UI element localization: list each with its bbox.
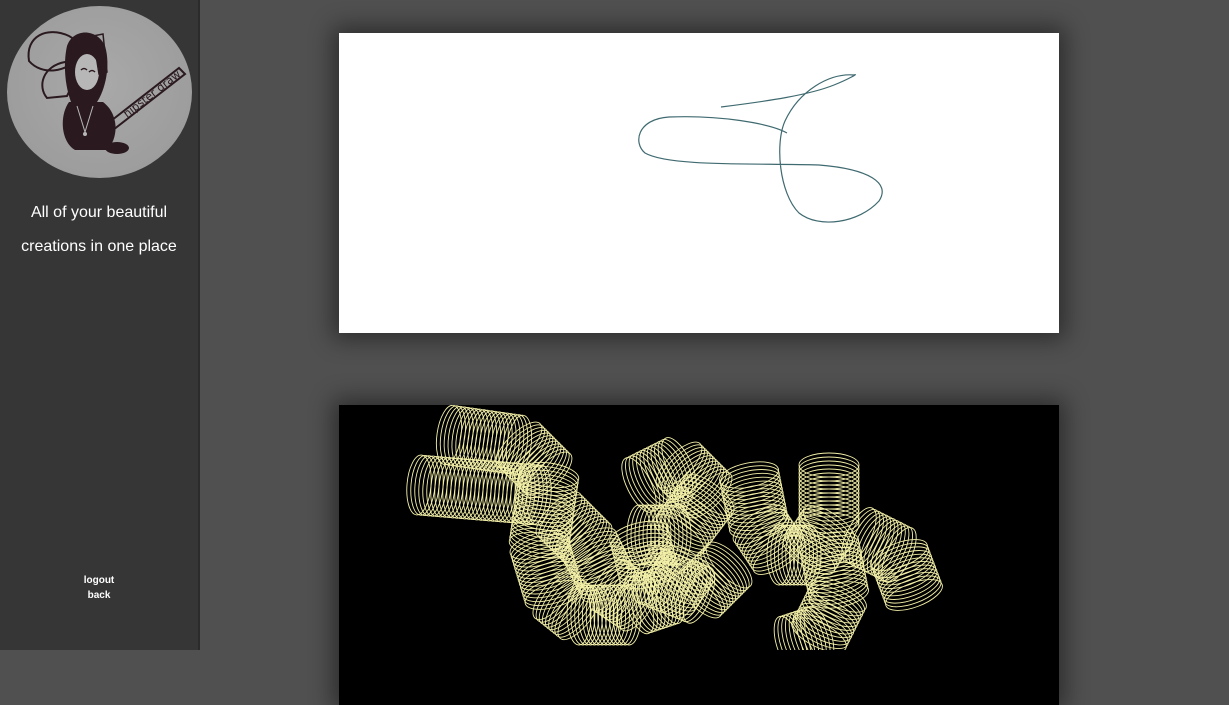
logo-illustration-icon: hipster draw <box>27 31 187 154</box>
sidebar: hipster draw All of your beautiful creat… <box>0 0 200 650</box>
svg-text:hipster draw: hipster draw <box>121 68 183 121</box>
sidebar-links: logout back <box>0 573 198 603</box>
tagline-line-2: creations in one place <box>21 238 177 255</box>
gallery <box>200 0 1229 705</box>
scribble-drawing <box>638 74 883 223</box>
logout-link[interactable]: logout <box>0 573 198 588</box>
hey-slinky-drawing <box>406 405 943 650</box>
drawing-card[interactable] <box>339 405 1059 705</box>
drawing-card[interactable] <box>339 33 1059 333</box>
hipster-draw-logo[interactable]: hipster draw <box>7 6 192 178</box>
back-link[interactable]: back <box>0 588 198 603</box>
sidebar-tagline: All of your beautiful creations in one p… <box>0 196 198 264</box>
tagline-line-1: All of your beautiful <box>30 204 168 221</box>
